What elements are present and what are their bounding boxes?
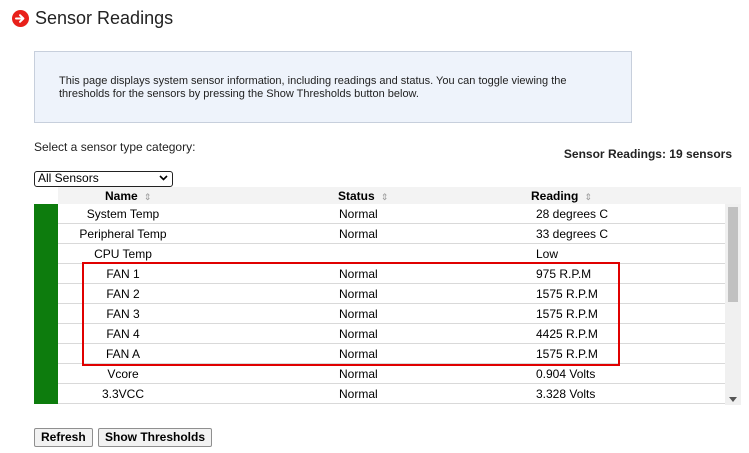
sensor-reading: 4425 R.P.M xyxy=(536,327,598,341)
sensor-readings-page: Sensor Readings This page displays syste… xyxy=(0,0,749,453)
sensor-status: Normal xyxy=(339,307,378,321)
sensor-reading: 975 R.P.M xyxy=(536,267,592,281)
sensor-name: FAN 1 xyxy=(106,267,140,281)
sensor-status: Normal xyxy=(339,387,378,401)
sensor-reading: 0.904 Volts xyxy=(536,367,596,381)
column-header-status-label: Status xyxy=(338,189,375,203)
column-header-name-label: Name xyxy=(105,189,138,203)
sensor-name: System Temp xyxy=(86,207,160,221)
sensor-name: FAN 3 xyxy=(106,307,140,321)
status-indicator xyxy=(34,284,58,304)
scrollbar-thumb[interactable] xyxy=(728,207,738,302)
arrow-right-circle-icon xyxy=(12,10,29,27)
sensor-reading: 3.328 Volts xyxy=(536,387,596,401)
table-header: Name ⇕ Status ⇕ Reading ⇕ xyxy=(58,187,741,204)
status-indicator xyxy=(34,304,58,324)
sensor-status: Normal xyxy=(339,287,378,301)
sensor-count-label: Sensor Readings: 19 sensors xyxy=(563,147,732,161)
sensor-name: FAN 4 xyxy=(106,327,140,341)
table-row: Vcore Normal 0.904 Volts xyxy=(34,364,725,384)
status-indicator xyxy=(34,364,58,384)
info-text: This page displays system sensor informa… xyxy=(59,75,567,100)
status-indicator xyxy=(34,204,58,224)
sort-arrows-icon: ⇕ xyxy=(143,192,152,202)
info-panel: This page displays system sensor informa… xyxy=(34,51,632,123)
sort-arrows-icon: ⇕ xyxy=(380,192,389,202)
sensor-status: Normal xyxy=(339,227,378,241)
sensor-reading: Low xyxy=(536,247,559,261)
status-indicator xyxy=(34,224,58,244)
sensor-status: Normal xyxy=(339,327,378,341)
table-row: FAN 2 Normal 1575 R.P.M xyxy=(34,284,725,304)
sensor-status: Normal xyxy=(339,367,378,381)
table-row: Peripheral Temp Normal 33 degrees C xyxy=(34,224,725,244)
sensor-status: Normal xyxy=(339,267,378,281)
sensor-reading: 28 degrees C xyxy=(536,207,609,221)
category-select-label: Select a sensor type category: xyxy=(34,140,196,154)
sensor-name: Peripheral Temp xyxy=(79,227,167,241)
status-indicator xyxy=(34,384,58,404)
sensor-name: FAN A xyxy=(105,347,140,361)
sensor-reading: 1575 R.P.M xyxy=(536,287,598,301)
table-row: CPU Temp Low xyxy=(34,244,725,264)
status-indicator xyxy=(34,244,58,264)
sensor-status: Normal xyxy=(339,347,378,361)
table-row: FAN A Normal 1575 R.P.M xyxy=(34,344,725,364)
page-title: Sensor Readings xyxy=(35,8,174,28)
sensor-name: Vcore xyxy=(107,367,139,381)
show-thresholds-button[interactable]: Show Thresholds xyxy=(98,428,213,447)
refresh-button[interactable]: Refresh xyxy=(34,428,93,447)
table-row: FAN 4 Normal 4425 R.P.M xyxy=(34,324,725,344)
table-row: System Temp Normal 28 degrees C xyxy=(34,204,725,224)
table-row: FAN 3 Normal 1575 R.P.M xyxy=(34,304,725,324)
column-header-reading[interactable]: Reading ⇕ xyxy=(531,189,592,203)
page-header: Sensor Readings xyxy=(12,8,173,29)
sensor-name: CPU Temp xyxy=(94,247,152,261)
column-header-reading-label: Reading xyxy=(531,189,579,203)
sensor-reading: 33 degrees C xyxy=(536,227,609,241)
sensor-reading: 1575 R.P.M xyxy=(536,347,598,361)
table-scrollbar[interactable] xyxy=(725,204,741,405)
sensor-table: Name ⇕ Status ⇕ Reading ⇕ System Temp Normal… xyxy=(34,187,741,405)
table-row: 3.3VCC Normal 3.328 Volts xyxy=(34,384,725,404)
row-divider xyxy=(58,403,725,404)
scroll-down-arrow-icon[interactable] xyxy=(729,397,737,402)
sensor-status: Normal xyxy=(339,207,378,221)
sensor-name: 3.3VCC xyxy=(101,387,145,401)
chevron-down-icon xyxy=(159,173,168,186)
column-header-status[interactable]: Status ⇕ xyxy=(338,189,388,203)
sensor-category-selected: All Sensors xyxy=(38,171,99,185)
status-indicator xyxy=(34,344,58,364)
column-header-name[interactable]: Name ⇕ xyxy=(105,189,151,203)
sort-arrows-icon: ⇕ xyxy=(584,192,592,202)
table-row: FAN 1 Normal 975 R.P.M xyxy=(34,264,725,284)
sensor-reading: 1575 R.P.M xyxy=(536,307,598,321)
status-indicator xyxy=(34,264,58,284)
sensor-category-select[interactable]: All Sensors xyxy=(34,171,173,187)
status-indicator xyxy=(34,324,58,344)
sensor-name: FAN 2 xyxy=(106,287,140,301)
